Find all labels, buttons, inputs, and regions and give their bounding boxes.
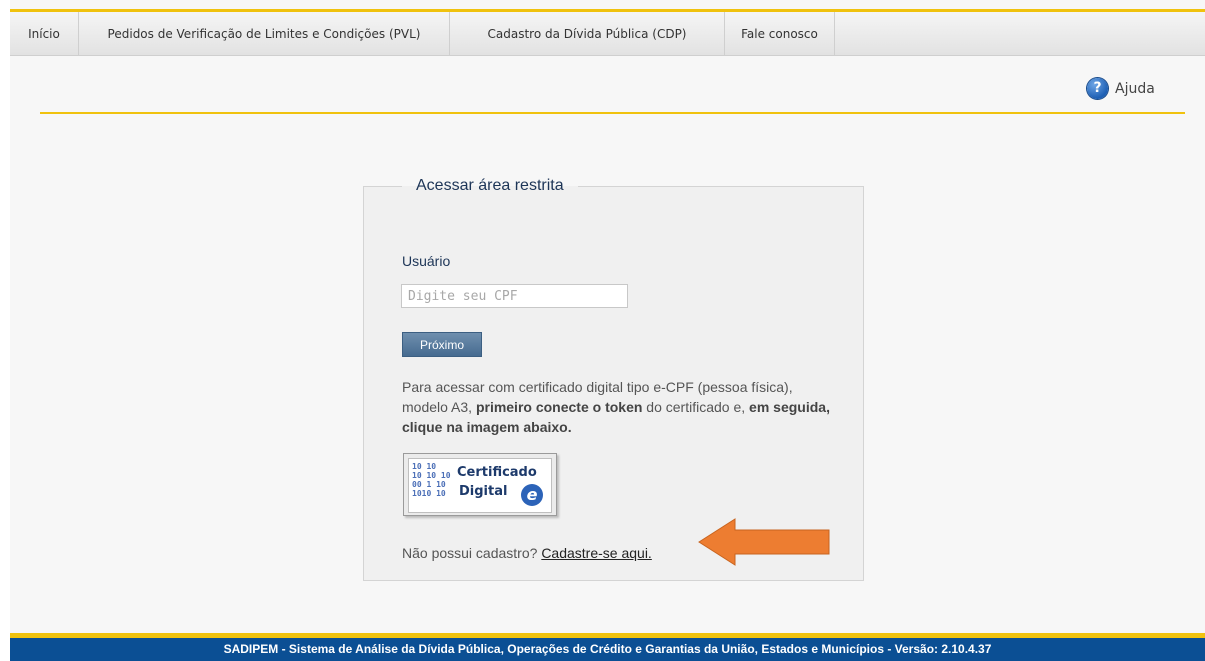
digital-certificate-button[interactable]: 10 10 10 10 10 00 1 10 1010 10 Certifica… (403, 453, 557, 516)
info-bold-1: primeiro conecte o token (475, 399, 643, 415)
info-text-2: do certificado e, (642, 399, 750, 415)
cert-title-1: Certificado (457, 465, 537, 480)
next-button[interactable]: Próximo (402, 332, 482, 357)
arrow-left-icon (698, 518, 830, 566)
nav-item-fale-conosco[interactable]: Fale conosco (725, 12, 835, 55)
cpf-input[interactable] (401, 284, 628, 308)
cert-title-2: Digital (459, 484, 508, 499)
login-title: Acessar área restrita (416, 177, 564, 194)
nav-item-pvl[interactable]: Pedidos de Verificação de Limites e Cond… (79, 12, 450, 55)
nav-item-inicio[interactable]: Início (10, 12, 79, 55)
help-link[interactable]: ? Ajuda (1087, 78, 1155, 99)
footer-bar: SADIPEM - Sistema de Análise da Dívida P… (10, 633, 1205, 661)
nav-item-cdp[interactable]: Cadastro da Dívida Pública (CDP) (450, 12, 725, 55)
certificate-instructions: Para acessar com certificado digital tip… (402, 377, 842, 437)
signup-link[interactable]: Cadastre-se aqui. (541, 545, 652, 561)
question-circle-icon: ? (1087, 78, 1108, 99)
user-label: Usuário (402, 253, 451, 269)
signup-row: Não possui cadastro? Cadastre-se aqui. (402, 545, 652, 561)
header-divider (40, 112, 1185, 114)
help-label: Ajuda (1115, 80, 1155, 97)
certificate-logo: 10 10 10 10 10 00 1 10 1010 10 Certifica… (408, 458, 552, 513)
signup-text: Não possui cadastro? (402, 545, 538, 561)
main-nav: Início Pedidos de Verificação de Limites… (10, 12, 1205, 56)
e-cpf-logo-icon: e (521, 484, 543, 506)
binary-digits-graphic: 10 10 10 10 10 00 1 10 1010 10 (412, 462, 451, 498)
